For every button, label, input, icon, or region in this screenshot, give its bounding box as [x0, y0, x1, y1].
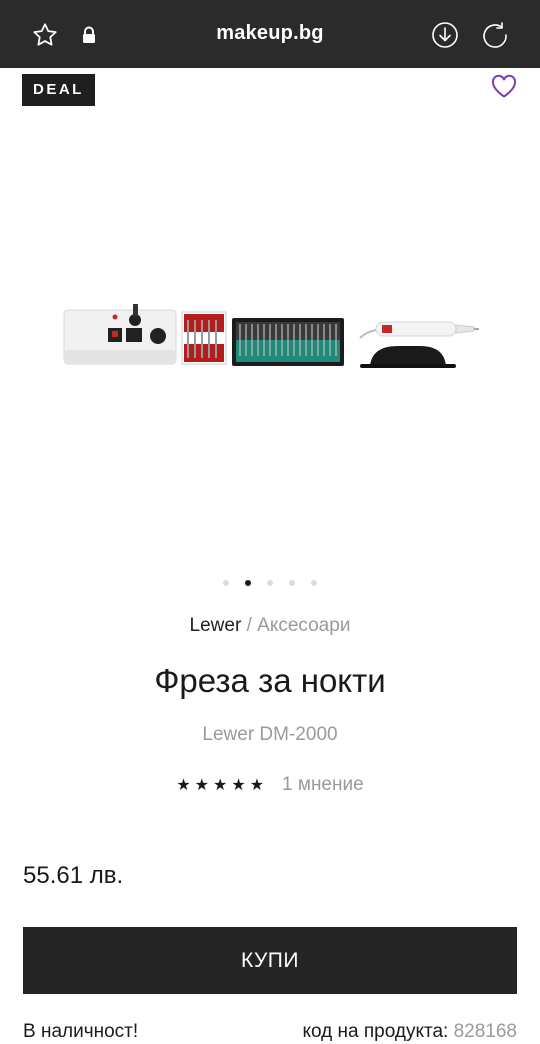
- star-icon[interactable]: [30, 20, 60, 50]
- toolbar-left-group: [30, 20, 98, 50]
- rating-row: ★★★★★ 1 мнение: [0, 774, 540, 796]
- browser-toolbar: makeup.bg: [0, 0, 540, 68]
- carousel-dots: [0, 580, 540, 586]
- breadcrumb-separator: /: [246, 615, 252, 636]
- bit-set-image: [232, 318, 344, 366]
- sanding-bands-image: [181, 311, 227, 365]
- carousel-dot[interactable]: [267, 580, 273, 586]
- drill-base-unit-image: [63, 304, 177, 365]
- product-title: Фреза за нокти: [154, 662, 386, 699]
- brand-link[interactable]: Lewer: [190, 615, 242, 636]
- reviews-link[interactable]: 1 мнение: [282, 774, 364, 796]
- product-code: код на продукта: 828168: [302, 1021, 517, 1043]
- heart-icon[interactable]: [490, 73, 518, 99]
- product-code-value: 828168: [453, 1021, 517, 1042]
- breadcrumb: Lewer / Аксесоари: [0, 615, 540, 637]
- carousel-dot-active[interactable]: [245, 580, 251, 586]
- deal-badge: DEAL: [22, 74, 95, 106]
- url-text[interactable]: makeup.bg: [216, 22, 323, 44]
- buy-button[interactable]: КУПИ: [23, 927, 517, 994]
- product-image[interactable]: [60, 300, 480, 375]
- category-link[interactable]: Аксесоари: [257, 615, 350, 636]
- carousel-dot[interactable]: [289, 580, 295, 586]
- product-code-label: код на продукта:: [302, 1021, 449, 1042]
- product-price: 55.61 лв.: [23, 862, 124, 889]
- lock-icon: [80, 20, 98, 50]
- reload-icon[interactable]: [480, 20, 510, 50]
- toolbar-right-group: [430, 20, 510, 50]
- carousel-dot[interactable]: [311, 580, 317, 586]
- handpiece-image: [359, 321, 479, 368]
- download-icon[interactable]: [430, 20, 460, 50]
- star-rating: ★★★★★: [176, 777, 269, 794]
- carousel-dot[interactable]: [223, 580, 229, 586]
- product-model: Lewer DM-2000: [202, 724, 338, 745]
- stock-status: В наличност!: [23, 1021, 139, 1042]
